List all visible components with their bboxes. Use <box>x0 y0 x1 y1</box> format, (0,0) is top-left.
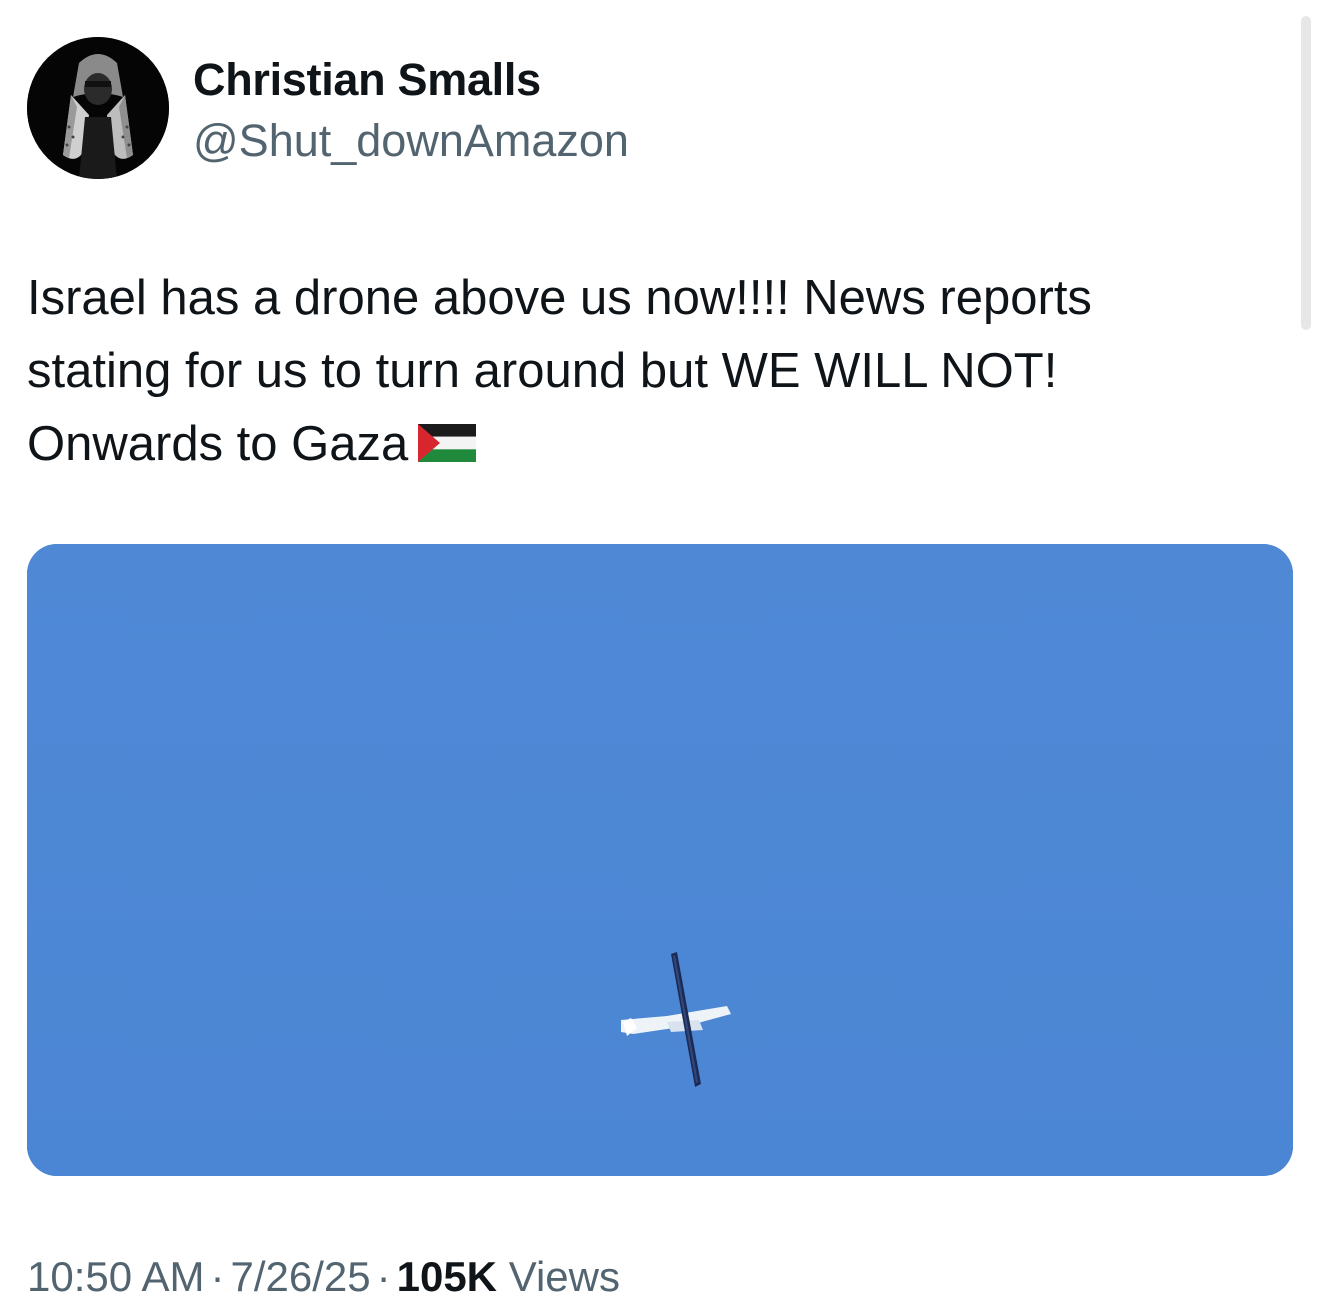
drone-photo <box>27 544 1293 1176</box>
separator: · <box>210 1253 225 1300</box>
tweet-line: Israel has a drone above us now!!!! News… <box>27 271 1092 325</box>
tweet-line: Onwards to Gaza <box>27 408 1267 481</box>
tweet-text: Israel has a drone above us now!!!! News… <box>27 262 1267 481</box>
views-count[interactable]: 105K <box>397 1253 497 1300</box>
tweet-line-text: Onwards to Gaza <box>27 417 409 471</box>
avatar-image <box>27 37 169 179</box>
separator: · <box>376 1253 391 1300</box>
tweet-meta: 10:50 AM · 7/26/25 · 105K Views <box>27 1250 620 1304</box>
tweet-date[interactable]: 7/26/25 <box>230 1253 370 1300</box>
author-handle[interactable]: @Shut_downAmazon <box>193 113 629 169</box>
palestine-flag-icon <box>418 424 477 463</box>
tweet-media-image[interactable] <box>27 544 1293 1176</box>
tweet-time[interactable]: 10:50 AM <box>27 1253 204 1300</box>
scrollbar[interactable] <box>1301 16 1311 330</box>
tweet-line: stating for us to turn around but WE WIL… <box>27 344 1058 398</box>
author-name[interactable]: Christian Smalls <box>193 52 541 108</box>
views-label: Views <box>508 1253 620 1300</box>
avatar[interactable] <box>27 37 169 179</box>
